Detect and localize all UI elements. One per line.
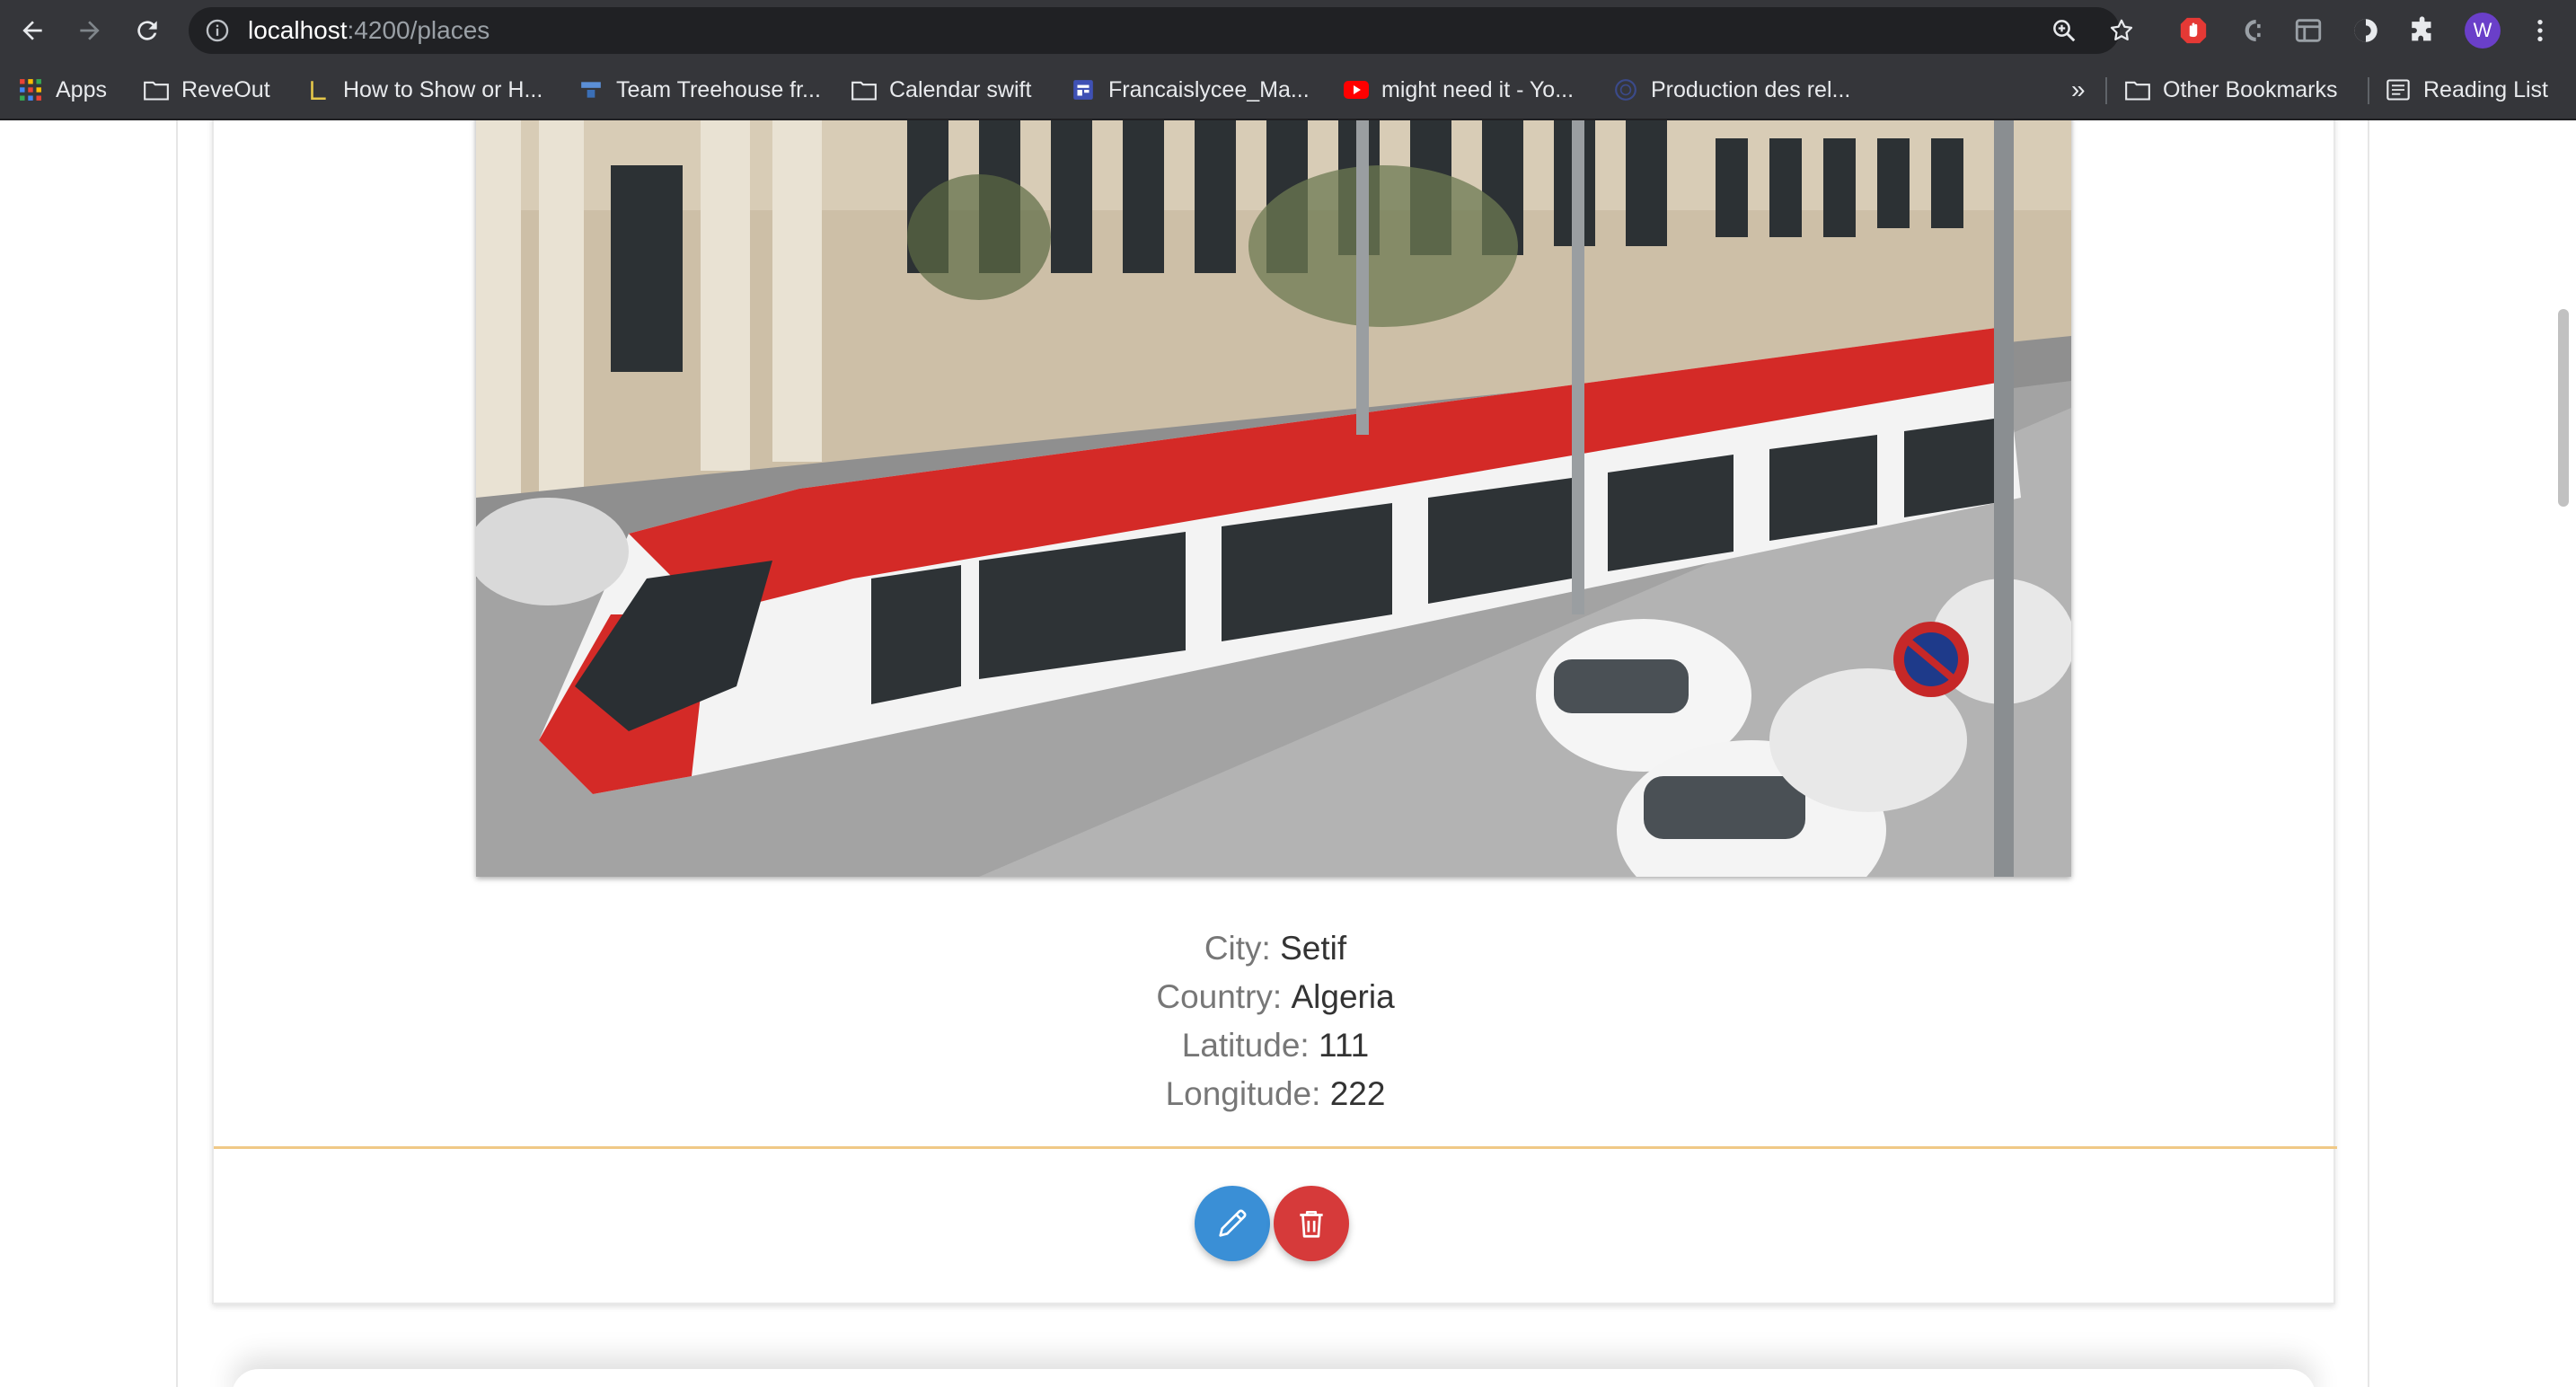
bookmarks-overflow-button[interactable]: » bbox=[2071, 61, 2086, 119]
folder-icon bbox=[2125, 77, 2150, 102]
reload-icon bbox=[137, 21, 157, 40]
bookmarks-separator bbox=[2105, 77, 2107, 104]
reading-list-button[interactable]: Reading List bbox=[2386, 61, 2548, 119]
info-icon[interactable] bbox=[205, 18, 230, 43]
bookmark-label: Apps bbox=[56, 76, 107, 102]
browser-toolbar: localhost:4200/places W bbox=[0, 0, 2576, 61]
bookmark-team-treehouse[interactable]: Team Treehouse fr... bbox=[578, 61, 821, 119]
address-bar[interactable]: localhost:4200/places bbox=[189, 7, 2133, 54]
scrollbar-thumb[interactable] bbox=[2558, 309, 2569, 507]
place-photo bbox=[476, 120, 2071, 877]
bookmark-label: Calendar swift bbox=[889, 76, 1032, 102]
city-label: City: bbox=[1204, 930, 1271, 967]
bookmark-label: How to Show or H... bbox=[343, 76, 543, 102]
next-place-card bbox=[232, 1369, 2316, 1387]
adblock-extension-icon[interactable] bbox=[2177, 14, 2210, 47]
folder-icon bbox=[144, 77, 169, 102]
reading-list-icon bbox=[2386, 77, 2411, 102]
latitude-value: 111 bbox=[1318, 1027, 1370, 1064]
longitude-label: Longitude: bbox=[1165, 1075, 1321, 1112]
bookmark-calendar-swift[interactable]: Calendar swift bbox=[851, 61, 1031, 119]
longitude-row: Longitude: 222 bbox=[214, 1070, 2337, 1118]
trash-icon bbox=[1300, 1210, 1323, 1238]
profile-avatar[interactable]: W bbox=[2465, 13, 2501, 49]
bookmark-label: Team Treehouse fr... bbox=[616, 76, 821, 102]
forward-button[interactable] bbox=[68, 9, 111, 52]
menu-kebab-icon[interactable] bbox=[2524, 14, 2556, 47]
bookmark-how-to-show[interactable]: How to Show or H... bbox=[305, 61, 543, 119]
bookmark-reveout[interactable]: ReveOut bbox=[144, 61, 270, 119]
url-path: :4200/places bbox=[347, 16, 490, 44]
pencil-icon bbox=[1219, 1209, 1247, 1237]
bookmark-label: ReveOut bbox=[181, 76, 270, 102]
bookmark-star-icon[interactable] bbox=[2107, 16, 2136, 45]
bookmark-label: Production des rel... bbox=[1651, 76, 1851, 102]
url-host: localhost bbox=[248, 16, 348, 44]
globe-favicon-icon bbox=[1613, 77, 1638, 102]
bookmark-label: Francaislycee_Ma... bbox=[1108, 76, 1310, 102]
latitude-row: Latitude: 111 bbox=[214, 1021, 2337, 1070]
tram-image bbox=[476, 120, 2071, 877]
back-button[interactable] bbox=[11, 9, 54, 52]
zoom-icon[interactable] bbox=[2050, 16, 2078, 45]
bookmarks-separator bbox=[2368, 77, 2369, 104]
city-value: Setif bbox=[1280, 930, 1347, 967]
tab-manager-extension-icon[interactable] bbox=[2292, 14, 2325, 47]
places-container: City: Setif Country: Algeria Latitude: 1… bbox=[176, 120, 2369, 1387]
country-row: Country: Algeria bbox=[214, 973, 2337, 1021]
country-value: Algeria bbox=[1291, 978, 1395, 1015]
folder-icon bbox=[851, 77, 877, 102]
reload-button[interactable] bbox=[126, 9, 169, 52]
back-arrow-icon bbox=[22, 21, 42, 40]
latitude-label: Latitude: bbox=[1181, 1027, 1310, 1064]
place-card: City: Setif Country: Algeria Latitude: 1… bbox=[212, 120, 2337, 1304]
bookmark-label: Other Bookmarks bbox=[2163, 76, 2338, 102]
bookmark-apps[interactable]: Apps bbox=[18, 61, 107, 119]
bookmark-label: Reading List bbox=[2423, 76, 2548, 102]
longitude-value: 222 bbox=[1329, 1075, 1386, 1112]
city-row: City: Setif bbox=[214, 924, 2337, 973]
bookmark-francaislycee[interactable]: Francaislycee_Ma... bbox=[1071, 61, 1310, 119]
place-details: City: Setif Country: Algeria Latitude: 1… bbox=[214, 924, 2337, 1118]
card-divider bbox=[214, 1146, 2337, 1149]
delete-button[interactable] bbox=[1274, 1186, 1349, 1261]
page-viewport: City: Setif Country: Algeria Latitude: 1… bbox=[0, 120, 2576, 1387]
dark-mode-extension-icon[interactable] bbox=[2350, 14, 2382, 47]
youtube-icon bbox=[1344, 77, 1369, 102]
country-label: Country: bbox=[1156, 978, 1283, 1015]
forms-favicon-icon bbox=[1071, 77, 1096, 102]
bookmark-other-bookmarks[interactable]: Other Bookmarks bbox=[2125, 61, 2338, 119]
code-extension-icon[interactable] bbox=[2235, 14, 2267, 47]
url-text[interactable]: localhost:4200/places bbox=[248, 7, 490, 54]
bookmarks-bar: Apps ReveOut How to Show or H... Team Tr… bbox=[0, 61, 2576, 120]
bookmark-might-need-it[interactable]: might need it - Yo... bbox=[1344, 61, 1574, 119]
apps-grid-icon bbox=[18, 77, 43, 102]
bookmark-label: might need it - Yo... bbox=[1381, 76, 1575, 102]
extensions-puzzle-icon[interactable] bbox=[2407, 14, 2439, 47]
bookmark-production[interactable]: Production des rel... bbox=[1613, 61, 1850, 119]
treehouse-favicon-icon bbox=[578, 77, 604, 102]
edit-button[interactable] bbox=[1195, 1186, 1270, 1261]
forward-arrow-icon bbox=[80, 21, 100, 40]
favicon-icon bbox=[305, 77, 331, 102]
